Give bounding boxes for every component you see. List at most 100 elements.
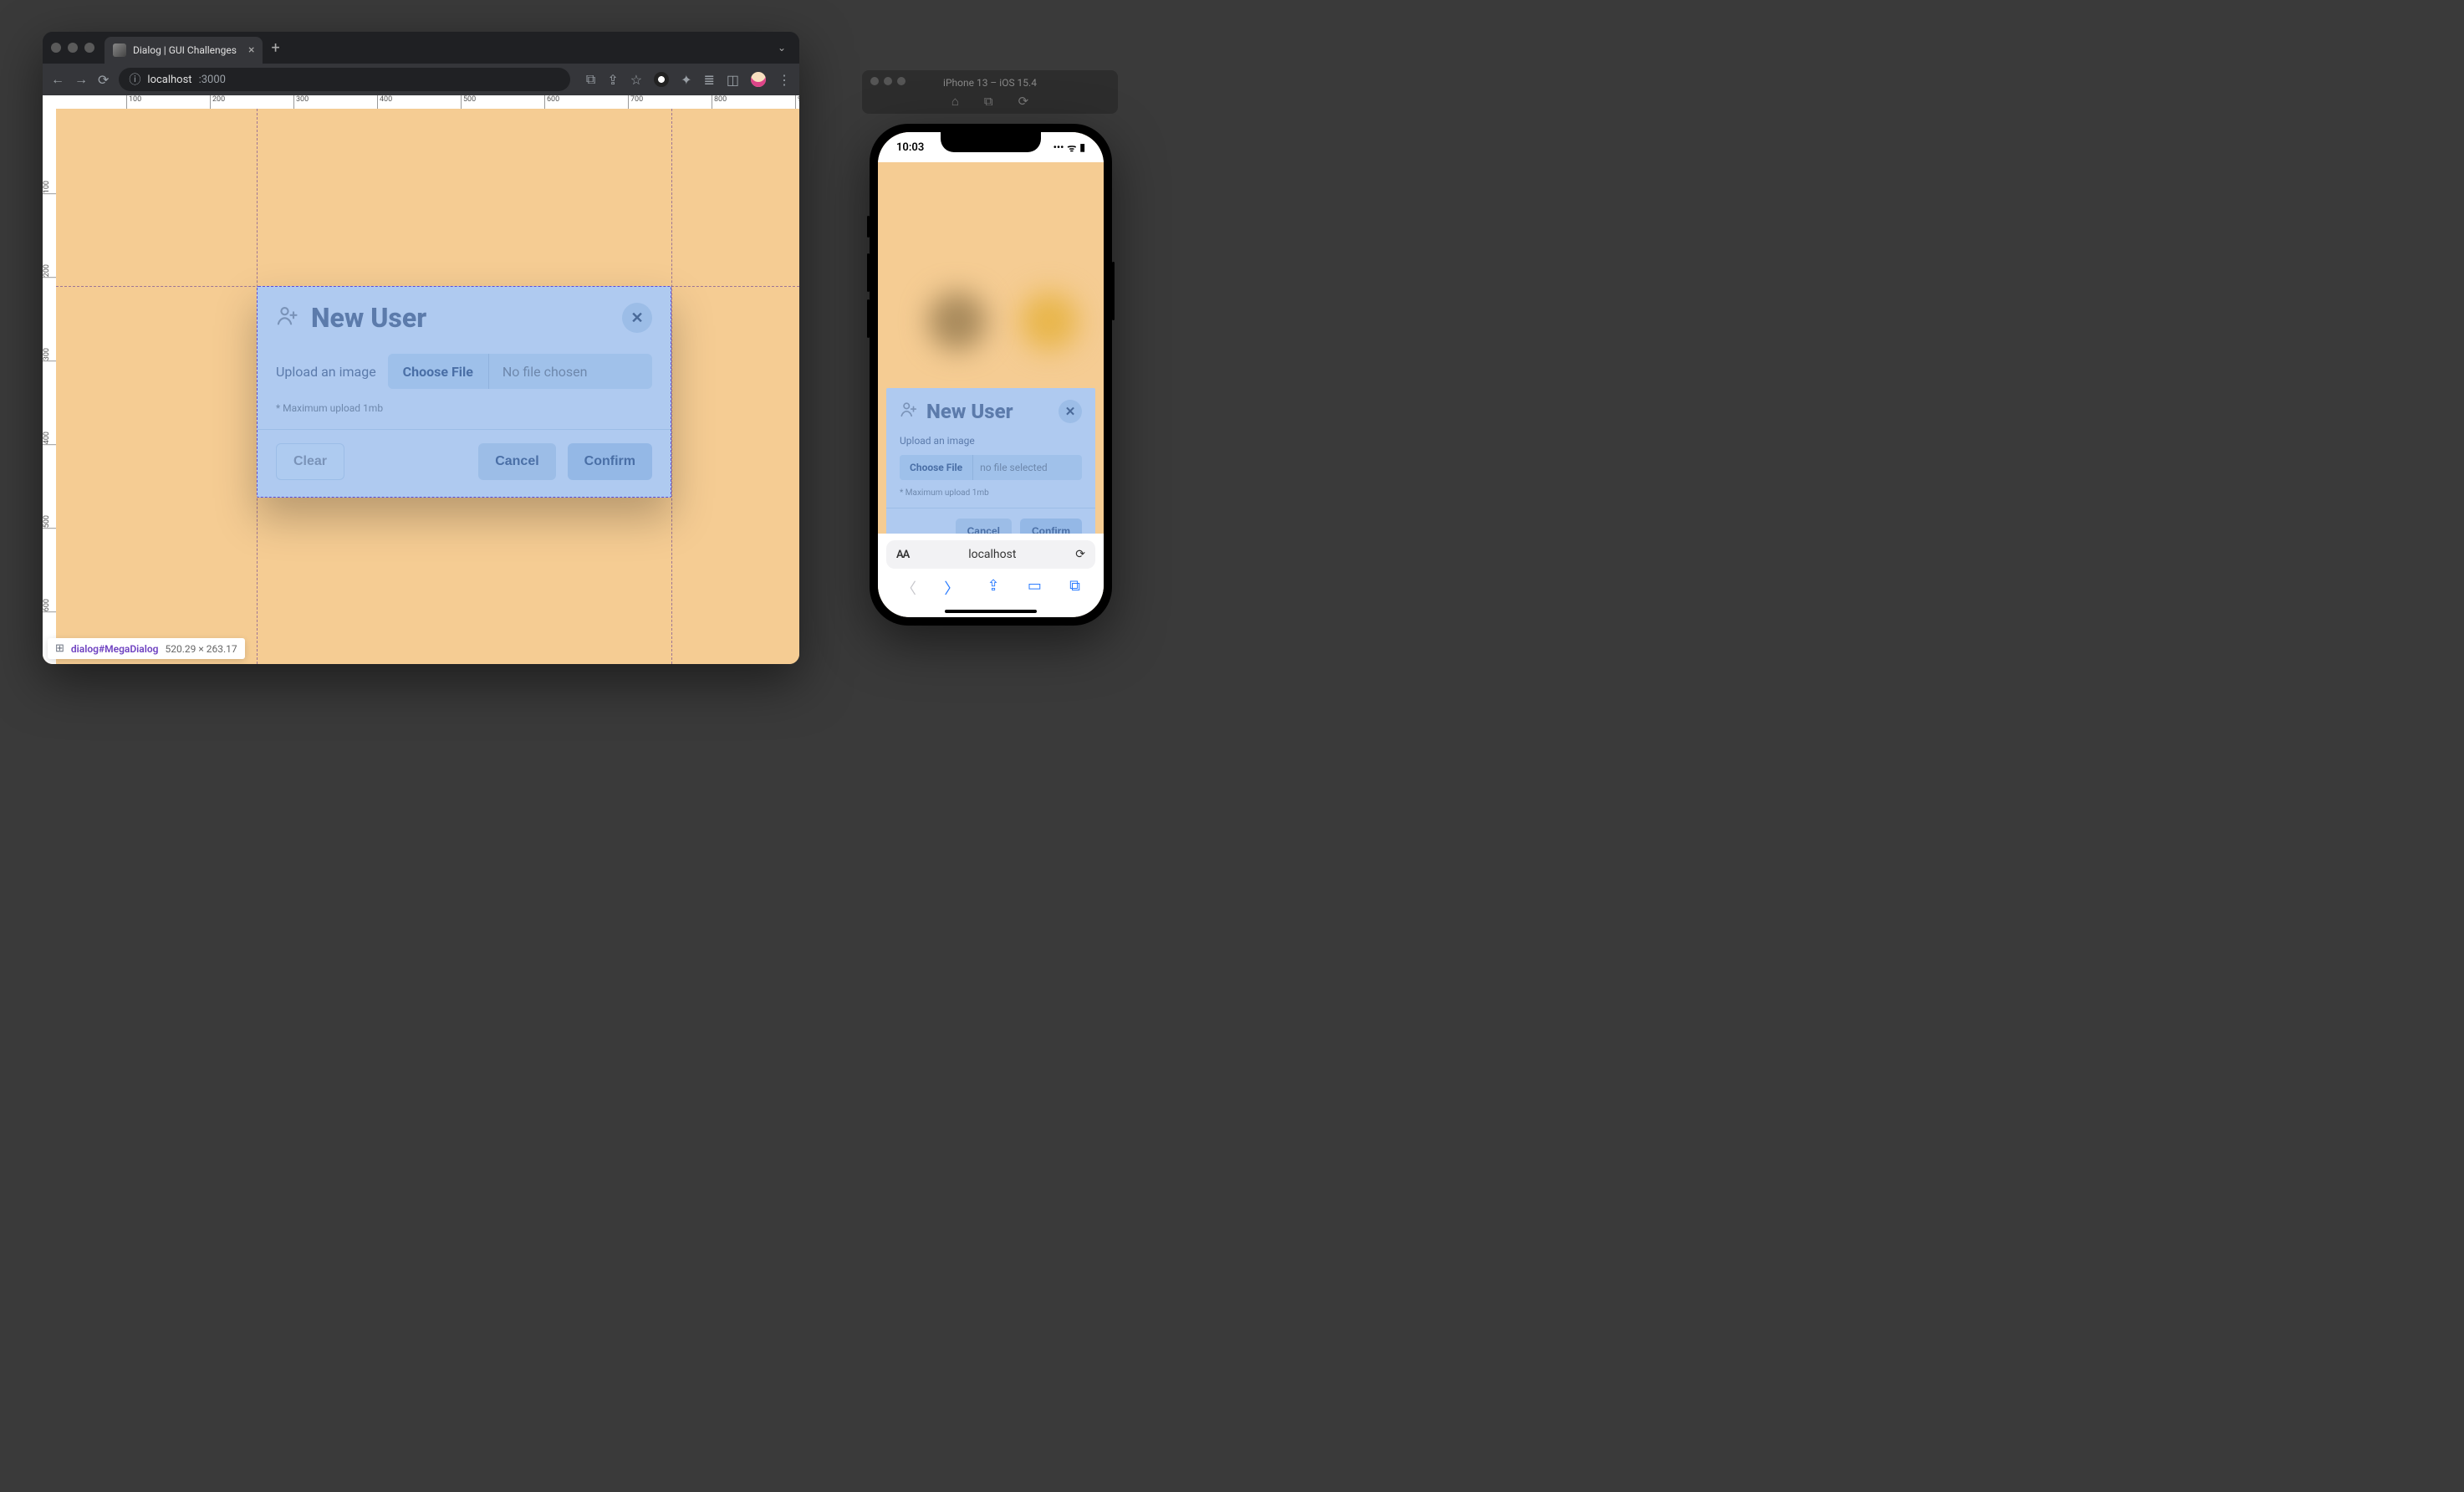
sim-screenshot-icon[interactable]: ⧉	[984, 94, 993, 109]
back-button[interactable]: ←	[51, 71, 64, 88]
phone-silence-switch	[867, 216, 870, 238]
phone-frame: 10:03 ••• ᯤ ▮ New User	[870, 124, 1112, 626]
safari-bottom-bar: AA localhost ⟳ 〈 〉 ⇪ ▭ ⧉	[878, 534, 1104, 605]
upload-label: Upload an image	[276, 364, 376, 380]
safari-bookmarks-button[interactable]: ▭	[1028, 577, 1042, 599]
upload-hint: * Maximum upload 1mb	[900, 488, 1082, 498]
safari-toolbar: 〈 〉 ⇪ ▭ ⧉	[886, 569, 1095, 600]
window-controls	[51, 43, 94, 53]
site-info-icon[interactable]: ⓘ	[129, 71, 140, 88]
text-size-icon[interactable]: AA	[896, 549, 909, 561]
ruler-tick: 100	[43, 179, 56, 194]
dialog-footer: Clear Cancel Confirm	[258, 429, 671, 497]
vertical-ruler: 100 200 300 400 500 600	[43, 95, 56, 664]
browser-tab[interactable]: Dialog | GUI Challenges ×	[105, 37, 263, 64]
confirm-button[interactable]: Confirm	[1020, 519, 1082, 534]
bookmark-icon[interactable]: ☆	[630, 72, 642, 88]
simulator-title: iPhone 13 – iOS 15.4	[943, 74, 1037, 92]
close-icon: ✕	[1065, 404, 1076, 419]
favicon-icon	[113, 43, 126, 57]
open-external-icon[interactable]: ⧉	[586, 71, 595, 88]
sim-rotate-icon[interactable]: ⟳	[1018, 94, 1029, 109]
side-panel-icon[interactable]: ◫	[727, 72, 739, 88]
upload-hint: * Maximum upload 1mb	[276, 402, 652, 414]
ruler-tick: 900	[795, 95, 799, 109]
ruler-tick: 600	[43, 597, 56, 612]
sim-close-button[interactable]	[870, 77, 879, 85]
ruler-tick: 100	[126, 95, 141, 109]
extension-icon[interactable]	[654, 72, 669, 87]
reload-button[interactable]: ⟳	[98, 72, 109, 88]
devtools-dimensions: 520.29 × 263.17	[165, 643, 237, 655]
grid-icon: ⊞	[55, 642, 64, 655]
reload-icon[interactable]: ⟳	[1075, 548, 1085, 561]
ruler-tick: 400	[43, 430, 56, 445]
dialog-title: New User	[311, 302, 426, 334]
file-input[interactable]: Choose File No file chosen	[388, 354, 652, 389]
phone-time: 10:03	[896, 141, 924, 154]
safari-tabs-button[interactable]: ⧉	[1069, 577, 1080, 599]
share-icon[interactable]: ⇪	[607, 72, 618, 88]
safari-share-button[interactable]: ⇪	[987, 577, 1000, 599]
ruler-tick: 700	[628, 95, 643, 109]
tab-close-button[interactable]: ×	[248, 43, 254, 57]
url-host: localhost	[147, 74, 191, 86]
ruler-tick: 500	[461, 95, 476, 109]
safari-forward-button[interactable]: 〉	[944, 577, 959, 599]
ruler-tick: 600	[544, 95, 559, 109]
new-tab-button[interactable]: +	[271, 39, 279, 57]
phone-volume-down	[867, 299, 870, 338]
dialog-close-button[interactable]: ✕	[622, 303, 652, 333]
background-blob	[1020, 292, 1079, 350]
address-bar[interactable]: ⓘ localhost:3000	[119, 68, 570, 91]
add-user-icon	[276, 304, 299, 331]
profile-avatar-icon[interactable]	[751, 72, 766, 87]
file-status: No file chosen	[489, 354, 652, 389]
dialog-header: New User ✕	[886, 388, 1095, 430]
dialog-title: New User	[926, 400, 1013, 423]
window-close-button[interactable]	[51, 43, 61, 53]
choose-file-button[interactable]: Choose File	[900, 455, 973, 480]
add-user-icon	[900, 401, 918, 422]
reading-list-icon[interactable]: ≣	[703, 72, 714, 88]
sim-home-icon[interactable]: ⌂	[951, 94, 959, 109]
upload-row: Upload an image Choose File No file chos…	[276, 354, 652, 389]
tabs-dropdown-button[interactable]: ⌄	[773, 37, 791, 59]
mega-dialog-mobile: New User ✕ Upload an image Choose File n…	[886, 388, 1095, 534]
ruler-tick: 200	[43, 263, 56, 278]
battery-icon: ▮	[1079, 141, 1085, 153]
choose-file-button[interactable]: Choose File	[388, 354, 489, 389]
sim-minimize-button[interactable]	[884, 77, 892, 85]
window-zoom-button[interactable]	[84, 43, 94, 53]
upload-label: Upload an image	[900, 435, 1082, 447]
confirm-button[interactable]: Confirm	[568, 443, 652, 480]
forward-button[interactable]: →	[74, 71, 88, 88]
phone-power-button	[1112, 262, 1115, 320]
background-blob	[928, 292, 987, 350]
browser-window: Dialog | GUI Challenges × + ⌄ ← → ⟳ ⓘ lo…	[43, 32, 799, 664]
clear-button[interactable]: Clear	[276, 443, 344, 480]
page-canvas: New User ✕ Upload an image Choose File N…	[56, 109, 799, 664]
safari-back-button[interactable]: 〈	[901, 577, 916, 599]
devtools-element-tag: ⊞ dialog#MegaDialog 520.29 × 263.17	[48, 638, 245, 659]
browser-toolbar: ← → ⟳ ⓘ localhost:3000 ⧉ ⇪ ☆ ✦ ≣ ◫ ⋮	[43, 64, 799, 95]
page-viewport: 100 200 300 400 500 600 700 800 900 100 …	[43, 95, 799, 664]
wifi-icon: ᯤ	[1067, 141, 1076, 155]
ruler-tick: 300	[293, 95, 309, 109]
file-input[interactable]: Choose File no file selected	[900, 455, 1082, 480]
cancel-button[interactable]: Cancel	[478, 443, 555, 480]
ruler-tick: 800	[712, 95, 727, 109]
menu-button[interactable]: ⋮	[778, 72, 791, 88]
dialog-body: Upload an image Choose File no file sele…	[886, 430, 1095, 508]
ruler-tick: 200	[210, 95, 225, 109]
dialog-close-button[interactable]: ✕	[1059, 400, 1082, 423]
window-minimize-button[interactable]	[68, 43, 78, 53]
signal-icon: •••	[1053, 141, 1064, 153]
home-indicator[interactable]	[878, 605, 1104, 617]
dialog-body: Upload an image Choose File No file chos…	[258, 345, 671, 429]
sim-zoom-button[interactable]	[897, 77, 906, 85]
cancel-button[interactable]: Cancel	[956, 519, 1012, 534]
tab-title: Dialog | GUI Challenges	[133, 44, 237, 56]
extensions-puzzle-icon[interactable]: ✦	[681, 72, 691, 88]
safari-address-bar[interactable]: AA localhost ⟳	[886, 540, 1095, 569]
